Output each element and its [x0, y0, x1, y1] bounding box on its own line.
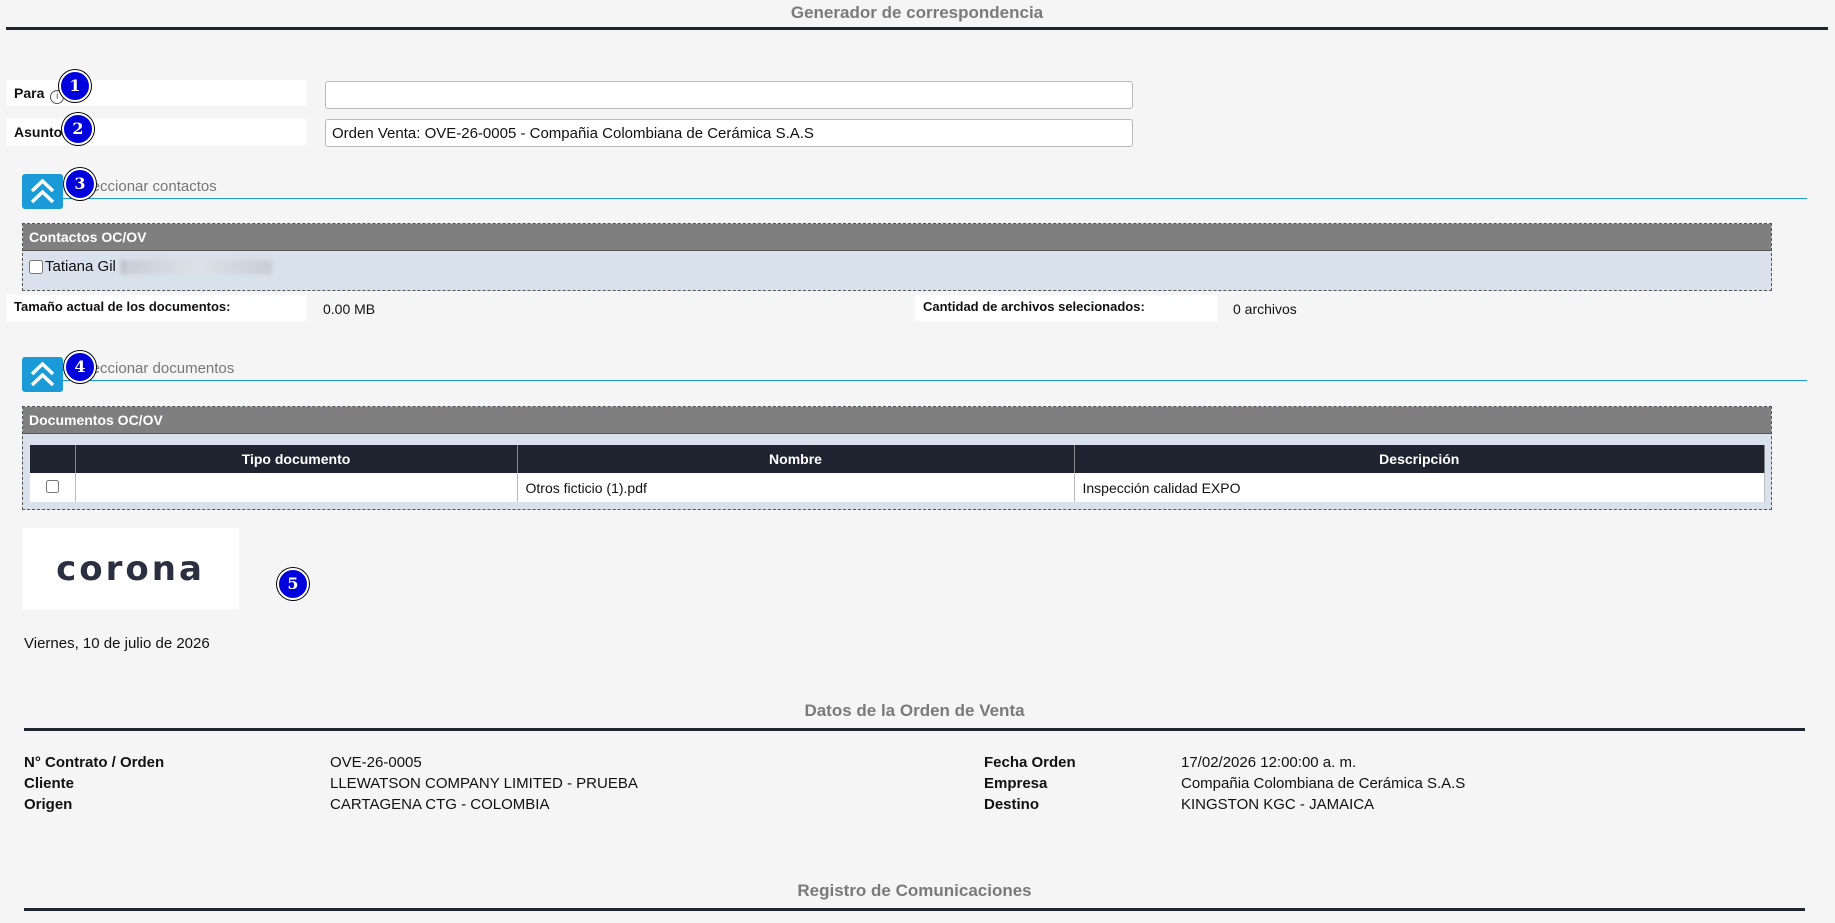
contact-email-redacted: [121, 259, 272, 274]
documents-table-header: Tipo documento Nombre Descripción: [30, 445, 1765, 473]
size-label: Tamaño actual de los documentos:: [6, 295, 307, 321]
count-label: Cantidad de archivos selecionados:: [915, 295, 1218, 321]
badge-1: 1: [59, 70, 91, 102]
label-destino: Destino: [984, 796, 1040, 813]
order-right-values: 17/02/2026 12:00:00 a. m. Compañia Colom…: [1181, 752, 1465, 815]
documents-panel: Documentos OC/OV Tipo documento Nombre D…: [22, 406, 1772, 510]
count-value: 0 archivos: [1233, 301, 1297, 317]
contact-row: Tatiana Gil: [23, 251, 1771, 282]
row-select-cell: [30, 473, 76, 502]
documents-divider: [63, 380, 1807, 381]
select-column-header: [30, 445, 76, 473]
table-row: Otros ficticio (1).pdf Inspección calida…: [30, 473, 1765, 502]
collapse-contacts-button[interactable]: [22, 174, 63, 209]
para-label: Para i: [6, 80, 307, 106]
order-section-title: Datos de la Orden de Venta: [24, 701, 1805, 731]
value-fecha-orden: 17/02/2026 12:00:00 a. m.: [1181, 754, 1357, 771]
column-header-descripcion: Descripción: [1074, 445, 1765, 473]
para-input[interactable]: [325, 81, 1133, 109]
size-value: 0.00 MB: [323, 301, 376, 317]
label-cliente: Cliente: [24, 775, 75, 792]
value-cliente: LLEWATSON COMPANY LIMITED - PRUEBA: [330, 775, 638, 792]
badge-3: 3: [64, 168, 96, 200]
value-origen: CARTAGENA CTG - COLOMBIA: [330, 796, 550, 813]
asunto-label: Asunto: [6, 119, 307, 145]
contact-checkbox[interactable]: [29, 259, 43, 274]
label-origen: Origen: [24, 796, 73, 813]
letter-date: Viernes, 10 de julio de 2026: [24, 635, 210, 652]
order-section-title-text: Datos de la Orden de Venta: [804, 701, 1025, 720]
label-fecha-orden: Fecha Orden: [984, 754, 1076, 771]
contacts-panel: Contactos OC/OV Tatiana Gil: [22, 223, 1772, 291]
column-header-tipo: Tipo documento: [75, 445, 518, 473]
label-empresa: Empresa: [984, 775, 1048, 792]
asunto-label-text: Asunto: [14, 124, 63, 140]
column-header-nombre: Nombre: [517, 445, 1075, 473]
badge-5: 5: [277, 568, 309, 600]
cell-descripcion: Inspección calidad EXPO: [1074, 473, 1765, 502]
badge-2: 2: [62, 113, 94, 145]
asunto-input[interactable]: [325, 119, 1133, 147]
comms-section-title-text: Registro de Comunicaciones: [797, 881, 1032, 900]
cell-tipo: [75, 473, 518, 502]
label-contrato: N° Contrato / Orden: [24, 754, 165, 771]
order-left-values: OVE-26-0005 LLEWATSON COMPANY LIMITED - …: [330, 752, 638, 815]
order-right-labels: Fecha Orden Empresa Destino: [984, 752, 1076, 815]
company-logo: corona: [22, 528, 239, 609]
para-label-text: Para: [14, 85, 45, 101]
contacts-divider: [63, 198, 1807, 199]
value-destino: KINGSTON KGC - JAMAICA: [1181, 796, 1375, 813]
double-chevron-up-icon: [30, 361, 55, 387]
contacts-panel-title: Contactos OC/OV: [23, 224, 1771, 251]
documents-table: Tipo documento Nombre Descripción Otros …: [30, 445, 1765, 502]
document-checkbox[interactable]: [45, 479, 59, 493]
badge-4: 4: [64, 351, 96, 383]
double-chevron-up-icon: [30, 178, 55, 204]
contact-name: Tatiana Gil: [45, 258, 116, 275]
value-empresa: Compañia Colombiana de Cerámica S.A.S: [1181, 775, 1466, 792]
page-title-text: Generador de correspondencia: [790, 3, 1044, 22]
order-left-labels: N° Contrato / Orden Cliente Origen: [24, 752, 164, 815]
comms-section-title: Registro de Comunicaciones: [24, 881, 1805, 911]
value-contrato: OVE-26-0005: [330, 754, 422, 771]
documents-panel-title: Documentos OC/OV: [23, 407, 1771, 434]
cell-nombre: Otros ficticio (1).pdf: [517, 473, 1075, 502]
collapse-documents-button[interactable]: [22, 357, 63, 392]
page-title: Generador de correspondencia: [6, 3, 1828, 30]
logo-text: corona: [56, 548, 205, 589]
